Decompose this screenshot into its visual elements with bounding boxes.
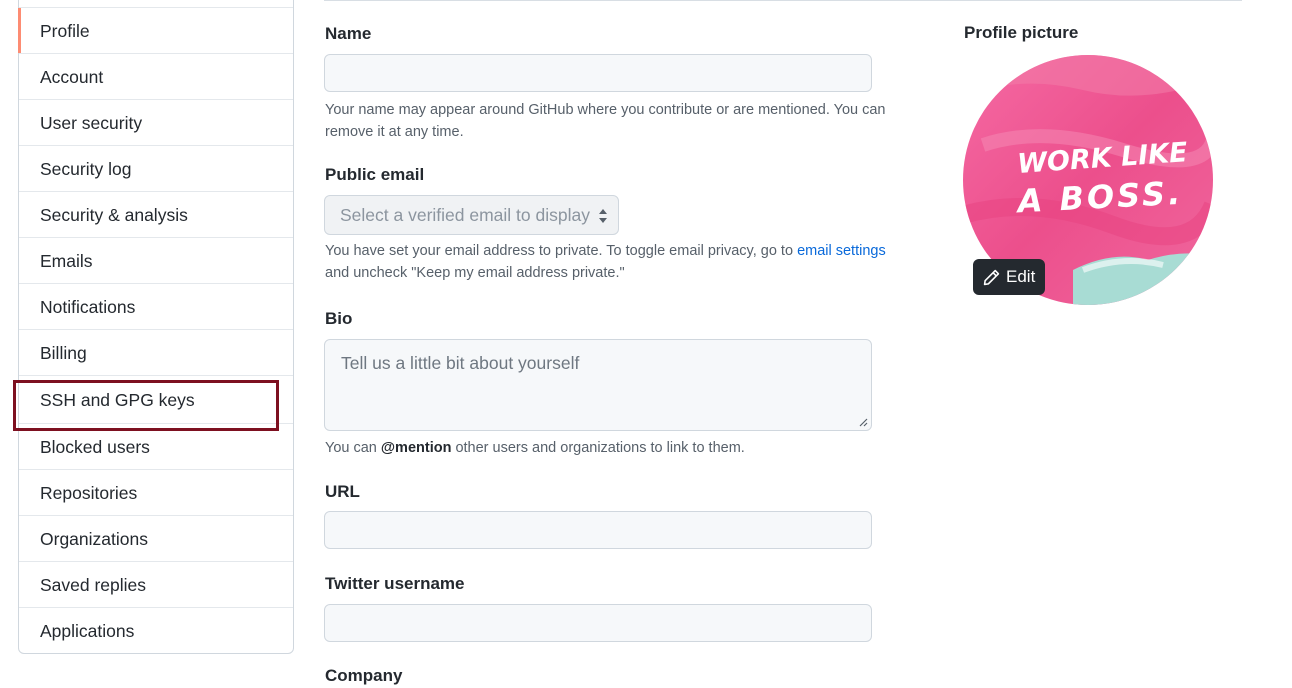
top-divider bbox=[324, 0, 1242, 1]
url-label: URL bbox=[325, 482, 360, 501]
email-note-text: You have set your email address to priva… bbox=[325, 243, 798, 259]
edit-button-label: Edit bbox=[1006, 267, 1036, 286]
sidebar-item-billing[interactable]: Billing bbox=[19, 329, 293, 375]
edit-profile-picture-button[interactable]: Edit bbox=[973, 259, 1046, 295]
bio-label: Bio bbox=[325, 309, 353, 328]
public-email-label: Public email bbox=[325, 165, 425, 184]
settings-sidebar: Profile Account User security Security l… bbox=[18, 0, 294, 654]
public-email-help-text: You have set your email address to priva… bbox=[325, 240, 915, 284]
twitter-username-input[interactable] bbox=[324, 604, 872, 642]
sidebar-item-profile[interactable]: Profile bbox=[18, 7, 293, 53]
bio-placeholder: Tell us a little bit about yourself bbox=[341, 353, 580, 373]
email-settings-link[interactable]: email settings bbox=[797, 243, 886, 259]
twitter-username-label: Twitter username bbox=[325, 574, 465, 593]
name-help-text: Your name may appear around GitHub where… bbox=[325, 102, 886, 140]
company-label: Company bbox=[325, 666, 403, 685]
bio-textarea[interactable]: Tell us a little bit about yourself bbox=[324, 339, 872, 431]
resize-grip-icon[interactable] bbox=[858, 417, 868, 427]
select-arrows-icon bbox=[599, 209, 607, 223]
sidebar-item-ssh-gpg-keys[interactable]: SSH and GPG keys bbox=[19, 375, 293, 423]
sidebar-item-organizations[interactable]: Organizations bbox=[19, 515, 293, 561]
name-label: Name bbox=[325, 24, 372, 43]
sidebar-item-saved-replies[interactable]: Saved replies bbox=[19, 561, 293, 607]
sidebar-item-notifications[interactable]: Notifications bbox=[19, 283, 293, 329]
sidebar-item-security-analysis[interactable]: Security & analysis bbox=[19, 191, 293, 237]
sidebar-item-account[interactable]: Account bbox=[19, 53, 293, 99]
profile-picture-label: Profile picture bbox=[964, 23, 1079, 42]
sidebar-item-user-security[interactable]: User security bbox=[19, 99, 293, 145]
bio-note-mention: @mention bbox=[380, 440, 452, 456]
public-email-select[interactable]: Select a verified email to display bbox=[324, 195, 619, 235]
sidebar-item-repositories[interactable]: Repositories bbox=[19, 469, 293, 515]
bio-note-pre: You can bbox=[325, 440, 381, 456]
sidebar-item-blocked-users[interactable]: Blocked users bbox=[19, 423, 293, 469]
sidebar-item-applications[interactable]: Applications bbox=[19, 607, 293, 653]
public-email-select-value: Select a verified email to display bbox=[340, 205, 590, 225]
sidebar-item-security-log[interactable]: Security log bbox=[19, 145, 293, 191]
url-input[interactable] bbox=[324, 511, 872, 549]
sidebar-item-hidden-top bbox=[19, 0, 293, 7]
email-note-text-2: and uncheck "Keep my email address priva… bbox=[325, 265, 625, 281]
name-input[interactable] bbox=[324, 54, 872, 92]
bio-note-post: other users and organizations to link to… bbox=[451, 440, 745, 456]
sidebar-item-emails[interactable]: Emails bbox=[19, 237, 293, 283]
bio-help-text: You can @mention other users and organiz… bbox=[325, 437, 915, 459]
pencil-icon bbox=[983, 269, 1000, 285]
